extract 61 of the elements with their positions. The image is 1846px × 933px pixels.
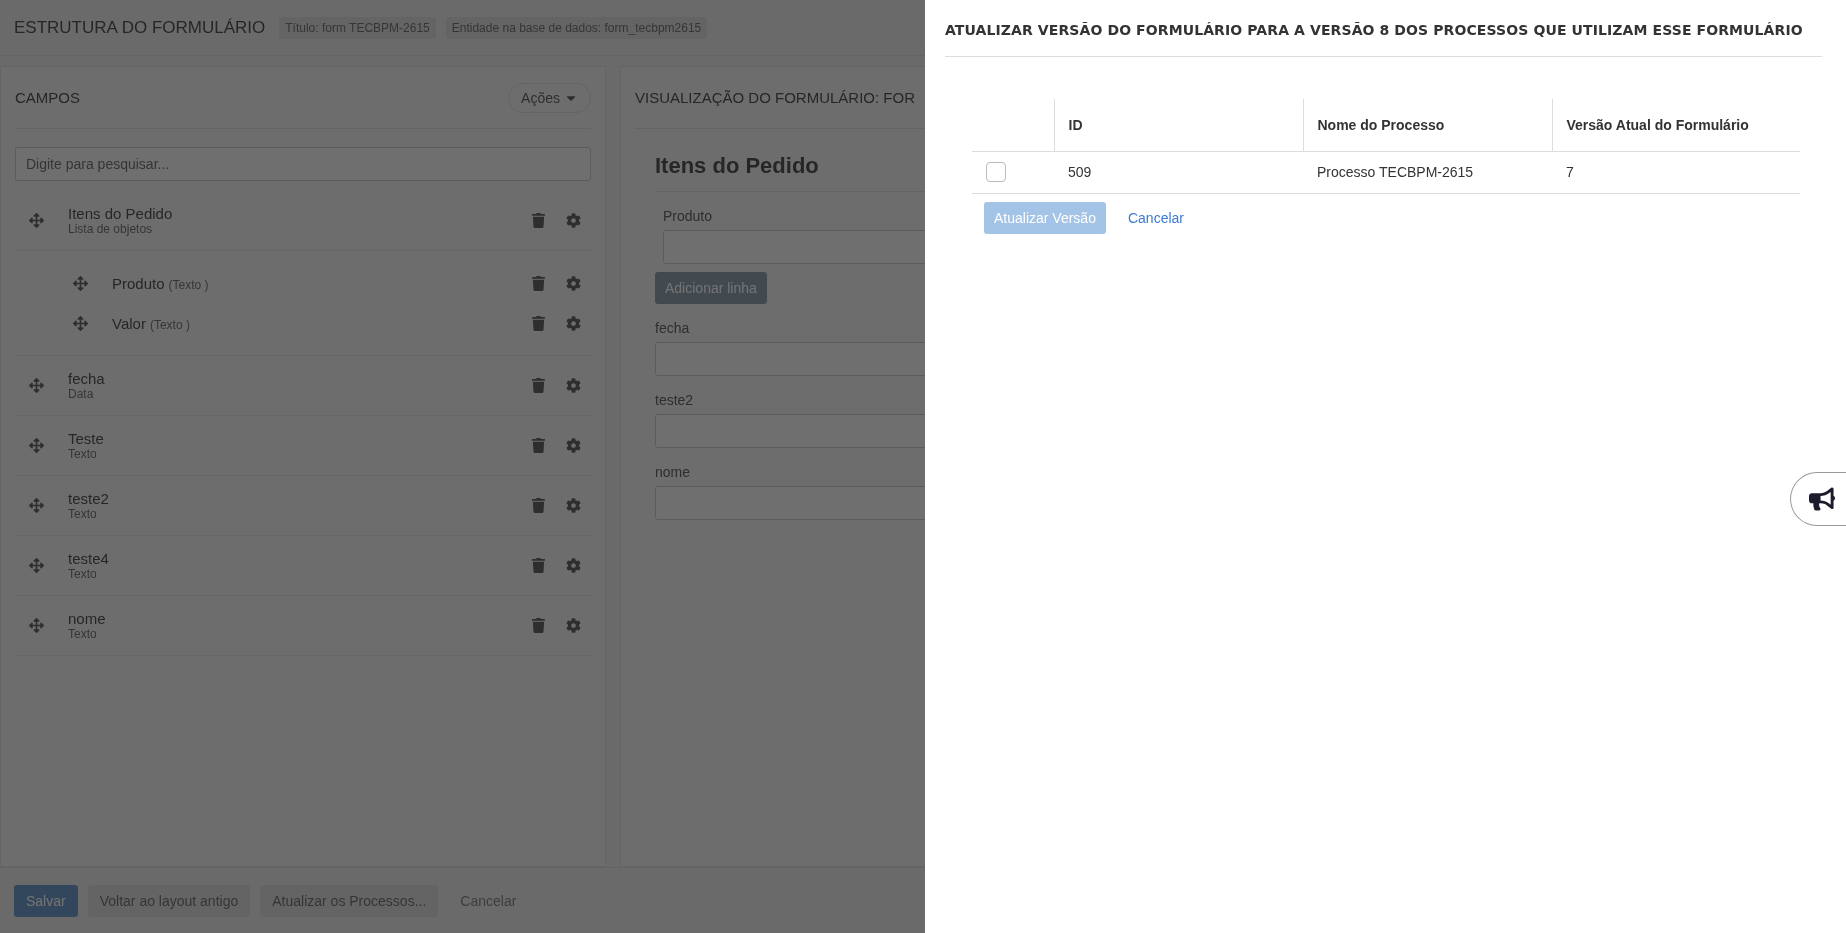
move-icon[interactable] [29,498,44,513]
field-type: Texto [68,447,98,461]
field-label: teste4 [68,550,110,567]
table-cell: Processo TECBPM-2615 [1303,151,1552,193]
move-icon[interactable] [73,315,88,331]
field-label: teste2 [655,392,694,408]
trash-icon[interactable] [531,275,546,291]
table-cell: 7 [1552,151,1800,193]
move-icon[interactable] [73,275,88,291]
page-title: ESTRUTURA DO FORMULÁRIO [14,17,266,38]
settings-icon[interactable] [566,275,581,291]
table-cell: 509 [1054,151,1303,193]
field-type: Texto [68,567,98,581]
trash-icon[interactable] [531,315,546,331]
field-type: Data [68,387,95,401]
column-header: ID [1054,99,1303,151]
panel-title: VISUALIZAÇÃO DO FORMULÁRIO: FOR [635,89,916,106]
trash-icon[interactable] [531,498,546,513]
settings-icon[interactable] [566,498,581,513]
move-icon[interactable] [29,378,44,393]
field-type: Texto [68,627,98,641]
field-label: teste2 [68,490,110,507]
field-label: Valor [112,314,146,332]
field-label: fecha [68,370,106,387]
megaphone-icon [1808,486,1835,512]
column-header: Nome do Processo [1303,99,1552,151]
search-field[interactable]: Digite para pesquisar... [15,147,591,181]
field-type: Lista de objetos [68,222,154,236]
field-label: Itens do Pedido [68,205,174,222]
megaphone-button[interactable] [1790,472,1846,526]
actions-button[interactable]: Ações [508,82,591,113]
trash-icon[interactable] [531,618,546,633]
trash-icon[interactable] [531,378,546,393]
panel-title: CAMPOS [15,89,80,106]
settings-icon[interactable] [566,438,581,453]
field-type: Texto [68,507,98,521]
trash-icon[interactable] [531,558,546,573]
move-icon[interactable] [29,558,44,573]
row-checkbox[interactable] [986,162,1006,182]
settings-icon[interactable] [566,618,581,633]
settings-icon[interactable] [566,315,581,331]
field-type: (Texto ) [168,277,209,292]
move-icon[interactable] [29,618,44,633]
field-label: Teste [68,430,105,447]
settings-icon[interactable] [566,378,581,393]
field-label: nome [68,610,107,627]
field-label: nome [655,464,691,480]
settings-icon[interactable] [566,558,581,573]
trash-icon[interactable] [531,213,546,228]
move-icon[interactable] [29,213,44,228]
field-label: Produto [663,208,713,224]
field-label: fecha [655,320,690,336]
footer-button[interactable]: Salvar [14,884,78,917]
drawer-title: ATUALIZAR VERSÃO DO FORMULÁRIO PARA A VERSÃO 8 DOS PROCESSOS QUE UTILIZAM ESSE FORMULÁRIO [945,0,1822,57]
cancel-link[interactable]: Cancelar [1127,209,1184,226]
field-label: Produto [112,274,165,292]
column-header: Versão Atual do Formulário [1552,99,1800,151]
field-type: (Texto ) [149,317,190,332]
trash-icon[interactable] [531,438,546,453]
move-icon[interactable] [29,438,44,453]
settings-icon[interactable] [566,213,581,228]
